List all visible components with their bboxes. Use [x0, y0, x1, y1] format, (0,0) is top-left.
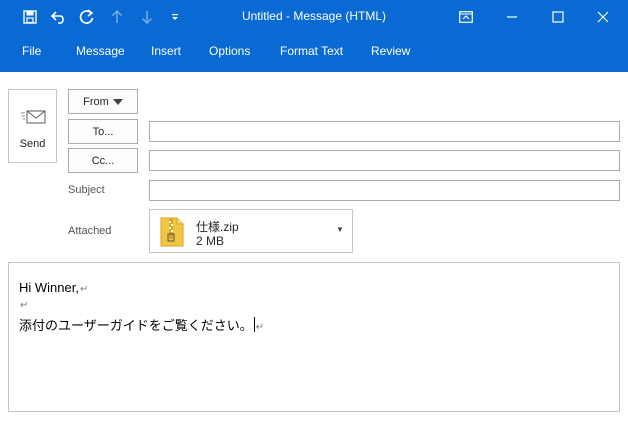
- to-label: To...: [92, 125, 114, 138]
- attachment-dropdown-icon[interactable]: ▼: [336, 225, 344, 234]
- minimize-icon[interactable]: [498, 4, 526, 30]
- chevron-down-icon: [112, 98, 123, 105]
- cc-label: Cc...: [91, 154, 115, 167]
- tab-options[interactable]: Options: [209, 44, 250, 58]
- cc-button[interactable]: Cc...: [68, 148, 138, 173]
- tab-message[interactable]: Message: [76, 44, 125, 58]
- attachment-size: 2 MB: [196, 234, 225, 248]
- message-body[interactable]: Hi Winner,↵ ↵ 添付のユーザーガイドをご覧ください。 ↵: [8, 262, 620, 412]
- cc-field[interactable]: [149, 150, 620, 171]
- paragraph-mark-icon: ↵: [255, 322, 265, 333]
- send-label: Send: [19, 138, 46, 150]
- ribbon-display-icon[interactable]: [452, 4, 480, 30]
- send-button[interactable]: Send: [8, 89, 57, 163]
- from-button[interactable]: From: [68, 89, 138, 114]
- body-line: 添付のユーザーガイドをご覧ください。 ↵: [19, 317, 265, 333]
- attachment-card[interactable]: 仕様.zip 2 MB ▼: [149, 209, 353, 253]
- send-envelope-icon: [21, 110, 46, 124]
- subject-label: Subject: [68, 184, 105, 196]
- zip-file-icon: [160, 217, 184, 247]
- from-label: From: [83, 95, 109, 108]
- paragraph-mark-icon: ↵: [20, 300, 29, 311]
- attached-label: Attached: [68, 225, 112, 237]
- text-caret: [253, 317, 255, 332]
- tab-file[interactable]: File: [22, 44, 41, 58]
- close-icon[interactable]: [589, 4, 617, 30]
- to-field[interactable]: [149, 121, 620, 142]
- tab-insert[interactable]: Insert: [151, 44, 181, 58]
- maximize-icon[interactable]: [544, 4, 572, 30]
- body-line: Hi Winner,↵: [19, 280, 89, 295]
- to-button[interactable]: To...: [68, 119, 138, 144]
- body-line: ↵: [19, 296, 28, 311]
- tab-format-text[interactable]: Format Text: [280, 44, 343, 58]
- ribbon-tabs: File Message Insert Options Format Text …: [0, 34, 628, 72]
- attachment-name: 仕様.zip: [196, 220, 239, 234]
- subject-field[interactable]: [149, 180, 620, 201]
- window-title: Untitled - Message (HTML): [241, 9, 387, 23]
- title-bar: Untitled - Message (HTML): [0, 0, 628, 34]
- tab-review[interactable]: Review: [371, 44, 410, 58]
- paragraph-mark-icon: ↵: [79, 284, 89, 295]
